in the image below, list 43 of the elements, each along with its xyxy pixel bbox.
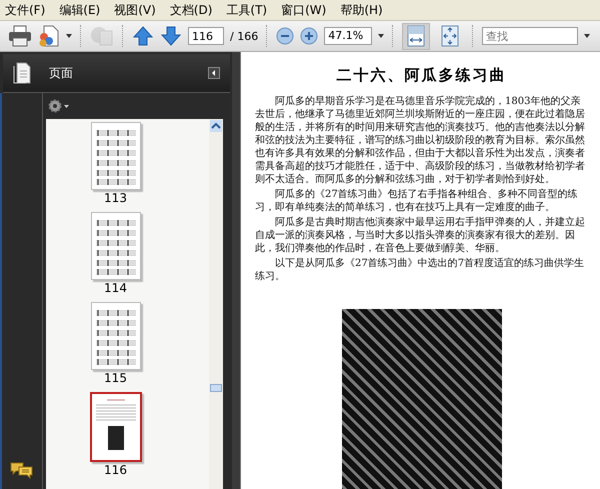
page-number-field[interactable]: 116: [188, 27, 224, 45]
scrollbar[interactable]: [209, 119, 223, 489]
body-paragraph: 以下是从阿瓜多《27首练习曲》中选出的7首程度适宜的练习曲供学生练习。: [255, 257, 586, 283]
page-number-label: 114: [104, 280, 127, 296]
zoom-field[interactable]: 47.1%: [324, 27, 372, 45]
zoom-in-icon[interactable]: [300, 27, 318, 45]
caret-icon[interactable]: [378, 34, 384, 38]
settings-icon[interactable]: [48, 99, 70, 113]
scroll-up-icon[interactable]: [210, 120, 222, 132]
body-paragraph: 阿瓜多是古典时期吉他演奏家中最早运用右手指甲弹奏的人，并建立起自成一派的演奏风格，与当时大多以指头弹奏的演奏家有很大的差别。因此，我们弹奏他的作品时，在音色上要做到醇美、华丽。: [255, 216, 586, 255]
scrollbar-thumb[interactable]: [210, 384, 222, 392]
caret-icon[interactable]: [584, 34, 590, 38]
chapter-title: 二十六、阿瓜多练习曲: [336, 66, 508, 85]
arrow-up-icon[interactable]: [132, 25, 154, 47]
zoom-out-icon[interactable]: [276, 27, 294, 45]
panel-splitter[interactable]: [232, 52, 241, 489]
caret-icon[interactable]: [66, 34, 72, 38]
arrow-down-icon[interactable]: [160, 25, 182, 47]
menu-item[interactable]: 工具(T): [226, 2, 268, 18]
page-thumbnail[interactable]: [90, 122, 140, 190]
page-thumbnail[interactable]: [90, 212, 140, 280]
menu-item[interactable]: 文件(F): [5, 2, 46, 18]
collapse-icon[interactable]: [208, 67, 220, 79]
create-document-icon[interactable]: [38, 25, 60, 47]
menu-item[interactable]: 窗口(W): [281, 2, 326, 18]
page-number-label: 116: [104, 462, 127, 478]
menu-item[interactable]: 文档(D): [170, 2, 212, 18]
print-icon[interactable]: [8, 25, 32, 47]
page-thumbnail[interactable]: [90, 302, 140, 370]
pages-icon[interactable]: [13, 62, 31, 84]
comments-icon[interactable]: [10, 461, 34, 479]
panel-title: 页面: [49, 64, 74, 82]
body-paragraph: 阿瓜多的《27首练习曲》包括了右手指各种组合、多种不同音型的练习，即有单纯奏法的简单练习，也有在技巧上具有一定难度的曲子。: [255, 188, 579, 214]
page-count: / 166: [230, 30, 258, 42]
menu-item[interactable]: 视图(V): [114, 2, 156, 18]
menu-item[interactable]: 帮助(H): [340, 2, 383, 18]
fit-width-button[interactable]: [402, 22, 430, 50]
body-paragraph: 阿瓜多的早期音乐学习是在马德里音乐学院完成的，1803年他的父亲去世后，他继承了马德里近郊阿兰圳埃斯附近的一座庄园，便在此过着隐居般的生活，并将所有的时间用来研究吉他的演奏技巧。他的吉他奏法以分解和弦的技法为主要特征，谱写的练习曲以初级阶段的教育为目标。索尔虽然也有许多具有效果的分解和弦作品，但由于大都以音乐性为出发点，演奏者需具备高超的技巧才能胜任，适于中、高级阶段的练习，当做教材给初学者则不太适合。而阿瓜多的分解和弦练习曲，对于初学者则恰到好处。: [255, 95, 586, 186]
page-number-label: 115: [104, 370, 127, 386]
page-number-label: 113: [104, 190, 127, 206]
menu-item[interactable]: 编辑(E): [59, 2, 100, 18]
search-field[interactable]: 查找: [482, 27, 578, 45]
page-thumbnail[interactable]: [90, 392, 142, 462]
